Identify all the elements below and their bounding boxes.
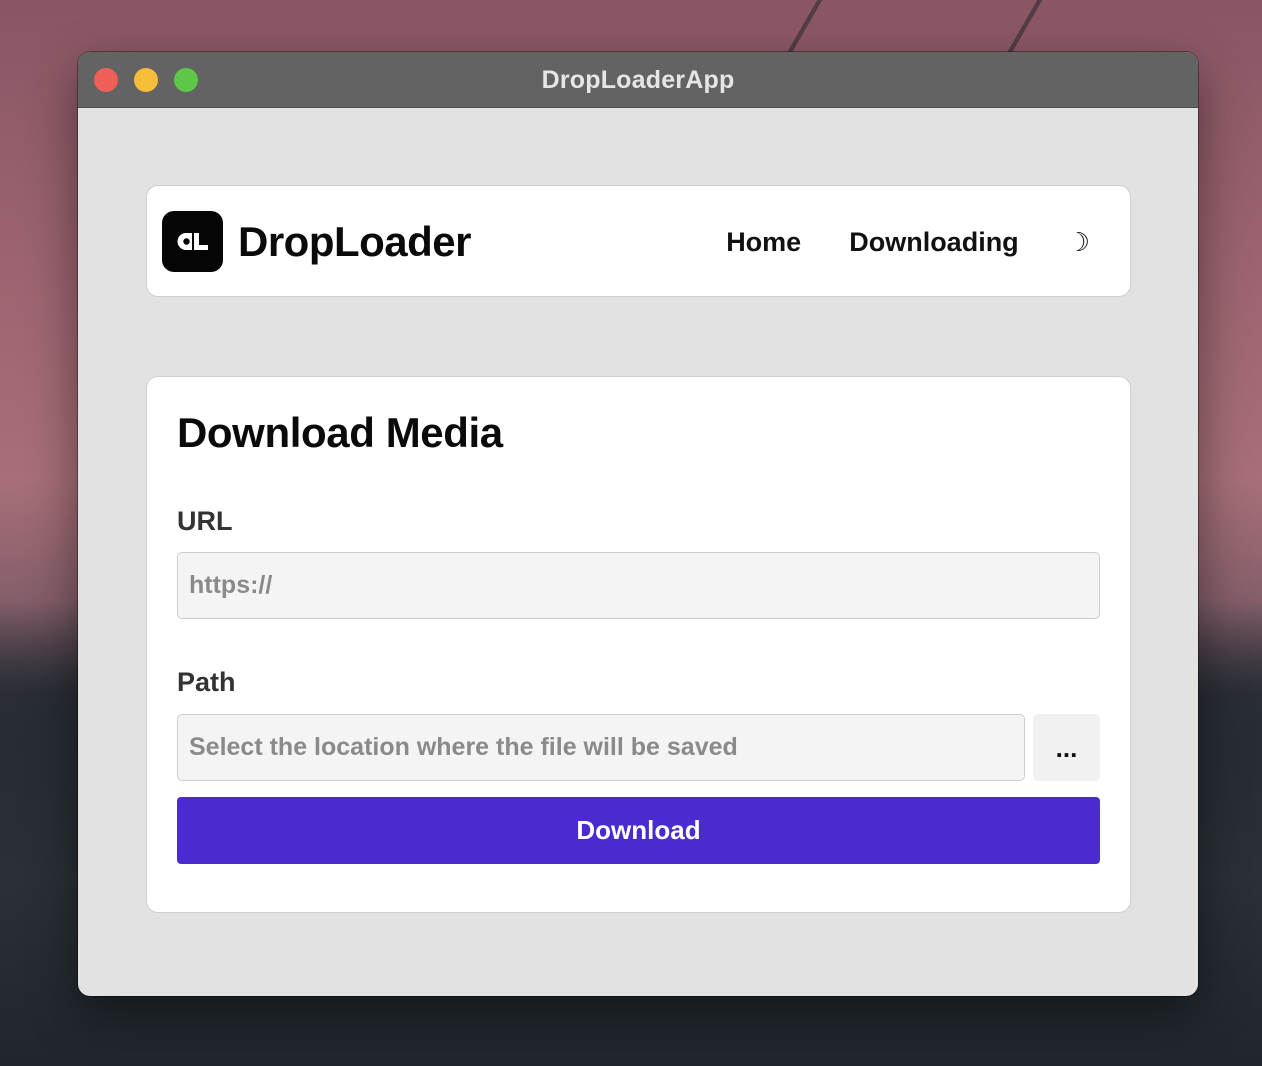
droploader-logo-icon: [162, 211, 223, 272]
theme-toggle-moon-icon[interactable]: ☽: [1067, 222, 1090, 262]
navbar: DropLoader Home Downloading ☽: [146, 185, 1131, 297]
brand-name: DropLoader: [238, 218, 472, 265]
path-input[interactable]: [177, 714, 1025, 781]
wallpaper-bridge-cable: [1002, 0, 1043, 60]
path-label: Path: [177, 667, 236, 697]
title-bar: DropLoaderApp: [78, 52, 1198, 108]
nav-link-downloading[interactable]: Downloading: [849, 222, 1018, 262]
nav-links: Home Downloading ☽: [726, 222, 1090, 262]
wallpaper-bridge-cable: [782, 0, 823, 60]
nav-link-home[interactable]: Home: [726, 222, 801, 262]
logo-glyph-icon: [177, 233, 208, 250]
window-title: DropLoaderApp: [541, 66, 735, 94]
download-button[interactable]: Download: [177, 797, 1100, 864]
url-input[interactable]: [177, 552, 1100, 619]
url-label: URL: [177, 506, 233, 536]
card-title: Download Media: [177, 409, 503, 456]
app-window: DropLoaderApp DropLoader Home Downloadin…: [78, 52, 1198, 996]
download-media-card: Download Media URL Path ... Download: [146, 376, 1131, 913]
browse-path-button[interactable]: ...: [1033, 714, 1100, 781]
